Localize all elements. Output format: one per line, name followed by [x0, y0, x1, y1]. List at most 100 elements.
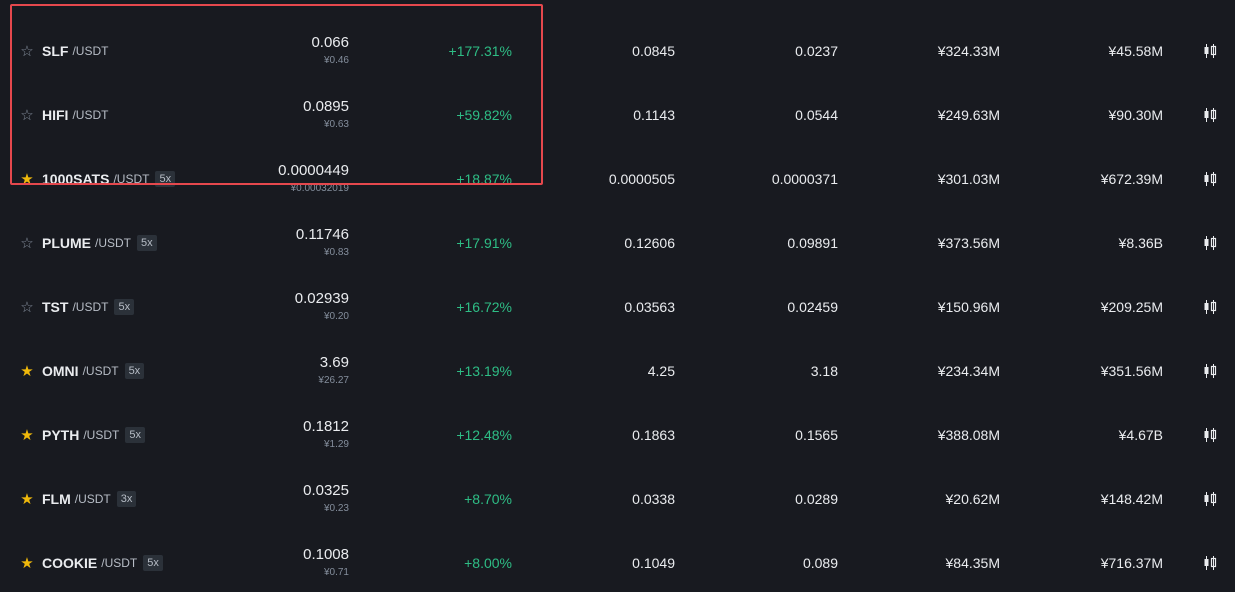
- candlestick-chart-icon[interactable]: [1202, 43, 1218, 59]
- low-price: 0.09891: [787, 235, 838, 251]
- market-row[interactable]: ☆ PLUME /USDT 5x 0.11746 ¥0.83 +17.91% 0…: [0, 211, 1235, 275]
- market-cap: ¥45.58M: [1108, 43, 1163, 59]
- change-percent: +8.00%: [464, 555, 512, 571]
- market-row[interactable]: ★ FLM /USDT 3x 0.0325 ¥0.23 +8.70% 0.033…: [0, 467, 1235, 531]
- star-icon[interactable]: ☆: [20, 44, 33, 59]
- candlestick-chart-icon[interactable]: [1202, 555, 1218, 571]
- star-icon[interactable]: ☆: [20, 108, 33, 123]
- candlestick-chart-icon[interactable]: [1202, 171, 1218, 187]
- star-icon[interactable]: ☆: [20, 236, 33, 251]
- local-price: ¥1.29: [323, 439, 349, 450]
- market-row[interactable]: ★ COOKIE /USDT 5x 0.1008 ¥0.71 +8.00% 0.…: [0, 531, 1235, 592]
- base-asset: OMNI: [42, 363, 79, 379]
- market-row[interactable]: ★ OMNI /USDT 5x 3.69 ¥26.27 +13.19% 4.25…: [0, 339, 1235, 403]
- change-percent: +8.70%: [464, 491, 512, 507]
- last-price: 0.0000449: [278, 162, 349, 179]
- star-icon[interactable]: ☆: [20, 300, 33, 315]
- quote-asset: /USDT: [95, 236, 131, 250]
- market-row[interactable]: ☆ HIFI /USDT 0.0895 ¥0.63 +59.82% 0.1143…: [0, 83, 1235, 147]
- leverage-badge: 5x: [143, 555, 163, 571]
- quote-asset: /USDT: [101, 556, 138, 570]
- candlestick-chart-icon[interactable]: [1202, 491, 1218, 507]
- local-price: ¥26.27: [318, 375, 349, 386]
- local-price: ¥0.00032019: [290, 183, 349, 194]
- volume: ¥1.22B: [860, 0, 1000, 19]
- low-price: 0.0289: [795, 491, 838, 507]
- market-row[interactable]: ★ 1000SATS /USDT 5x 0.0000449 ¥0.0003201…: [0, 147, 1235, 211]
- last-price: 0.1812: [303, 418, 349, 435]
- leverage-badge: 5x: [137, 235, 157, 251]
- change-percent: +18.87%: [456, 171, 512, 187]
- quote-asset: /USDT: [113, 172, 150, 186]
- high-price: 0.0000505: [608, 171, 675, 187]
- volume: ¥249.63M: [937, 107, 1000, 123]
- quote-asset: /USDT: [74, 492, 111, 506]
- volume: ¥301.03M: [937, 171, 1000, 187]
- price-cell: 0.0000449 ¥0.00032019: [220, 147, 349, 211]
- base-asset: PLUME: [42, 235, 91, 251]
- last-price: 3.69: [319, 354, 349, 371]
- star-icon[interactable]: ★: [20, 556, 33, 571]
- high-price: 0.12606: [624, 235, 675, 251]
- change-percent: +334.30%: [380, 0, 512, 19]
- high-price: 0.1863: [632, 427, 675, 443]
- high-price: 0.2185: [540, 0, 675, 19]
- price-cell: 0.0895 ¥0.63: [220, 83, 349, 147]
- price-cell: 0.066 ¥0.46: [220, 19, 349, 83]
- base-asset: TST: [42, 299, 69, 315]
- local-price: ¥0.20: [323, 311, 349, 322]
- high-price: 0.0845: [632, 43, 675, 59]
- market-row[interactable]: ☆ TST /USDT 5x 0.02939 ¥0.20 +16.72% 0.0…: [0, 275, 1235, 339]
- star-icon[interactable]: ★: [20, 172, 33, 187]
- volume: ¥388.08M: [937, 427, 1000, 443]
- price-cell: 0.11746 ¥0.83: [220, 211, 349, 275]
- quote-asset: /USDT: [72, 300, 109, 314]
- leverage-badge: 5x: [124, 363, 145, 379]
- market-row[interactable]: ☆ SLF /USDT 0.066 ¥0.46 +177.31% 0.0845 …: [0, 19, 1235, 83]
- candlestick-chart-icon[interactable]: [1202, 235, 1218, 251]
- market-table: ☆ BAKE /USDT 0.1494 ¥1.06 +334.30% 0.218…: [0, 0, 1235, 592]
- leverage-badge: 5x: [125, 427, 145, 443]
- local-price: ¥0.83: [323, 247, 349, 258]
- market-row[interactable]: ☆ BAKE /USDT 0.1494 ¥1.06 +334.30% 0.218…: [0, 0, 1235, 19]
- high-price: 0.03563: [624, 299, 675, 315]
- star-icon[interactable]: ★: [20, 492, 33, 507]
- market-cap: ¥4.67B: [1118, 427, 1163, 443]
- price-cell: 0.0325 ¥0.23: [220, 467, 349, 531]
- change-percent: +59.82%: [456, 107, 512, 123]
- leverage-badge: 5x: [114, 299, 135, 315]
- volume: ¥324.33M: [937, 43, 1000, 59]
- last-price: 0.1008: [303, 546, 349, 563]
- last-price: 0.0325: [303, 482, 349, 499]
- market-rows: ☆ BAKE /USDT 0.1494 ¥1.06 +334.30% 0.218…: [0, 0, 1235, 592]
- quote-asset: /USDT: [72, 108, 109, 122]
- market-cap: ¥716.37M: [1100, 555, 1163, 571]
- star-icon[interactable]: ★: [20, 364, 33, 379]
- change-percent: +12.48%: [456, 427, 512, 443]
- last-price: 0.066: [311, 34, 349, 51]
- market-row[interactable]: ★ PYTH /USDT 5x 0.1812 ¥1.29 +12.48% 0.1…: [0, 403, 1235, 467]
- change-percent: +17.91%: [456, 235, 512, 251]
- market-cap: ¥8.36B: [1118, 235, 1163, 251]
- candlestick-chart-icon[interactable]: [1202, 363, 1218, 379]
- candlestick-chart-icon[interactable]: [1202, 299, 1218, 315]
- base-asset: SLF: [42, 43, 69, 59]
- local-price: ¥0.23: [323, 503, 349, 514]
- high-price: 0.1049: [632, 555, 675, 571]
- candlestick-chart-icon[interactable]: [1202, 107, 1218, 123]
- candlestick-chart-icon[interactable]: [1202, 427, 1218, 443]
- base-asset: COOKIE: [42, 555, 98, 571]
- market-cap: ¥672.39M: [1100, 171, 1163, 187]
- local-price: ¥0.46: [323, 55, 349, 66]
- price-cell: 0.02939 ¥0.20: [220, 275, 349, 339]
- local-price: ¥1.06: [324, 0, 349, 4]
- quote-asset: /USDT: [72, 44, 109, 58]
- last-price: 0.11746: [295, 226, 349, 243]
- volume: ¥150.96M: [937, 299, 1000, 315]
- star-icon[interactable]: ★: [20, 428, 33, 443]
- high-price: 0.1143: [633, 107, 675, 123]
- low-price: 3.18: [810, 363, 838, 379]
- base-asset: PYTH: [42, 427, 80, 443]
- market-cap: ¥148.42M: [1100, 491, 1163, 507]
- market-cap: ¥90.30M: [1108, 107, 1163, 123]
